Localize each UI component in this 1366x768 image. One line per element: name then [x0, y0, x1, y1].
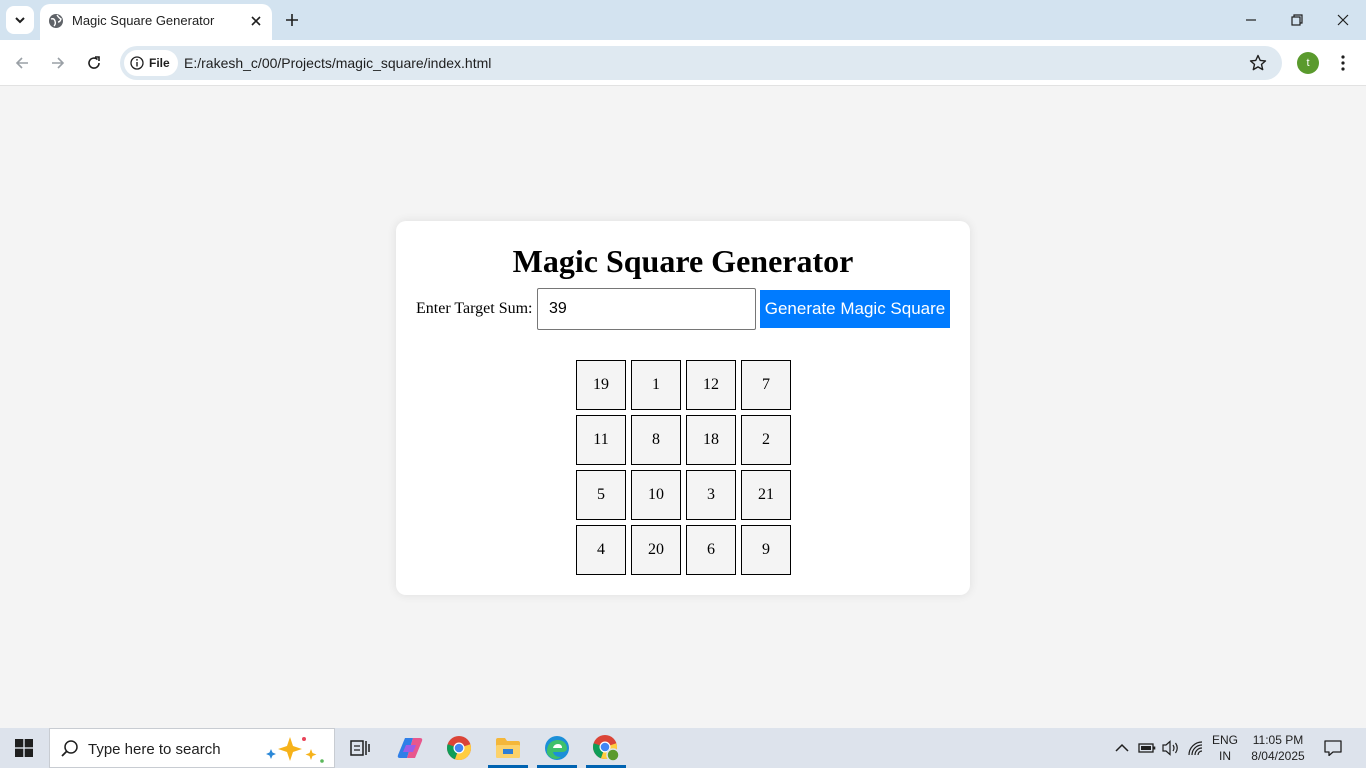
- browser-menu-button[interactable]: [1332, 52, 1354, 74]
- system-clock[interactable]: 11:05 PM 8/04/2025: [1246, 732, 1310, 764]
- back-button[interactable]: [8, 49, 36, 77]
- clock-time: 11:05 PM: [1252, 733, 1304, 747]
- copilot-icon: [397, 738, 423, 758]
- plus-icon: [286, 14, 298, 26]
- magic-square-cell: 9: [741, 525, 791, 575]
- taskbar-search-placeholder: Type here to search: [88, 741, 221, 758]
- chevron-down-icon: [15, 17, 25, 24]
- magic-square-cell: 4: [576, 525, 626, 575]
- edge-icon: [545, 736, 569, 760]
- magic-square-cell: 5: [576, 470, 626, 520]
- info-icon: [130, 56, 144, 70]
- magic-square-cell: 7: [741, 360, 791, 410]
- magic-square-cell: 3: [686, 470, 736, 520]
- back-arrow-icon: [15, 57, 28, 69]
- close-icon: [251, 16, 261, 26]
- minimize-icon: [1246, 19, 1256, 21]
- globe-icon: [49, 14, 63, 28]
- input-language-indicator[interactable]: ENG IN: [1208, 732, 1242, 764]
- target-sum-input[interactable]: [537, 288, 756, 330]
- clock-date: 8/04/2025: [1251, 749, 1305, 763]
- target-sum-label: Enter Target Sum:: [416, 300, 533, 317]
- tab-search-button[interactable]: [6, 6, 34, 34]
- speaker-icon: [1162, 740, 1178, 756]
- show-hidden-icons-button[interactable]: [1111, 737, 1133, 759]
- reload-button[interactable]: [80, 49, 108, 77]
- magic-square-cell: 10: [631, 470, 681, 520]
- magic-square-cell: 12: [686, 360, 736, 410]
- bookmark-button[interactable]: [1247, 52, 1269, 74]
- new-tab-button[interactable]: [281, 9, 303, 31]
- wifi-icon: [1188, 741, 1203, 756]
- file-explorer-app[interactable]: [484, 728, 532, 768]
- generate-magic-square-button[interactable]: Generate Magic Square: [760, 290, 950, 328]
- battery-icon: [1138, 743, 1156, 753]
- battery-status[interactable]: [1136, 737, 1158, 759]
- address-bar[interactable]: File E:/rakesh_c/00/Projects/magic_squar…: [120, 46, 1282, 80]
- language-code: ENG: [1211, 733, 1238, 747]
- minimize-button[interactable]: [1228, 0, 1274, 40]
- chrome-profile-app[interactable]: [582, 728, 630, 768]
- sparkle-icon: [266, 737, 324, 763]
- browser-tab-bar: Magic Square Generator: [0, 0, 1366, 40]
- search-icon: [61, 740, 78, 757]
- windows-logo-icon: [15, 739, 33, 757]
- profile-avatar[interactable]: t: [1297, 52, 1319, 74]
- task-view-icon: [350, 740, 370, 756]
- notification-icon: [1324, 740, 1342, 756]
- forward-arrow-icon: [52, 57, 65, 69]
- magic-square-grid: 19 1 12 7 11 8 18 2 5 10 3 21 4 20 6 9: [576, 360, 791, 575]
- folder-icon: [496, 738, 520, 758]
- start-button[interactable]: [0, 728, 48, 768]
- chrome-profile-icon: [593, 735, 620, 762]
- restore-button[interactable]: [1274, 0, 1320, 40]
- tab-close-button[interactable]: [247, 12, 265, 30]
- magic-square-cell: 18: [686, 415, 736, 465]
- kebab-menu-icon: [1341, 55, 1345, 71]
- windows-taskbar: Type here to search ENG IN 11:05 PM 8/04…: [0, 728, 1366, 768]
- notification-center-button[interactable]: [1322, 737, 1344, 759]
- chevron-up-icon: [1115, 743, 1129, 752]
- taskbar-search-box[interactable]: Type here to search: [49, 728, 335, 768]
- tab-title: Magic Square Generator: [72, 13, 215, 28]
- magic-square-cell: 20: [631, 525, 681, 575]
- magic-square-cell: 11: [576, 415, 626, 465]
- star-icon: [1249, 54, 1267, 71]
- page-title: Magic Square Generator: [512, 243, 854, 279]
- magic-square-cell: 19: [576, 360, 626, 410]
- reload-icon: [88, 56, 100, 69]
- copilot-app[interactable]: [386, 728, 434, 768]
- magic-square-cell: 21: [741, 470, 791, 520]
- restore-icon: [1291, 14, 1303, 26]
- magic-square-cell: 6: [686, 525, 736, 575]
- url-text[interactable]: E:/rakesh_c/00/Projects/magic_square/ind…: [184, 55, 491, 71]
- browser-tab[interactable]: Magic Square Generator: [40, 4, 272, 40]
- magic-square-cell: 8: [631, 415, 681, 465]
- magic-square-cell: 2: [741, 415, 791, 465]
- language-region: IN: [1219, 749, 1231, 763]
- magic-square-cell: 1: [631, 360, 681, 410]
- forward-button[interactable]: [44, 49, 72, 77]
- magic-square-card: Magic Square Generator Enter Target Sum:…: [396, 221, 970, 595]
- close-window-button[interactable]: [1320, 0, 1366, 40]
- chrome-icon: [447, 736, 471, 760]
- edge-app[interactable]: [533, 728, 581, 768]
- volume-control[interactable]: [1160, 737, 1182, 759]
- close-icon: [1337, 14, 1349, 26]
- task-view-button[interactable]: [336, 728, 384, 768]
- site-info-chip[interactable]: File: [124, 50, 178, 76]
- browser-toolbar: File E:/rakesh_c/00/Projects/magic_squar…: [0, 40, 1366, 86]
- network-status[interactable]: [1185, 737, 1207, 759]
- chrome-app[interactable]: [435, 728, 483, 768]
- site-info-label: File: [149, 56, 170, 70]
